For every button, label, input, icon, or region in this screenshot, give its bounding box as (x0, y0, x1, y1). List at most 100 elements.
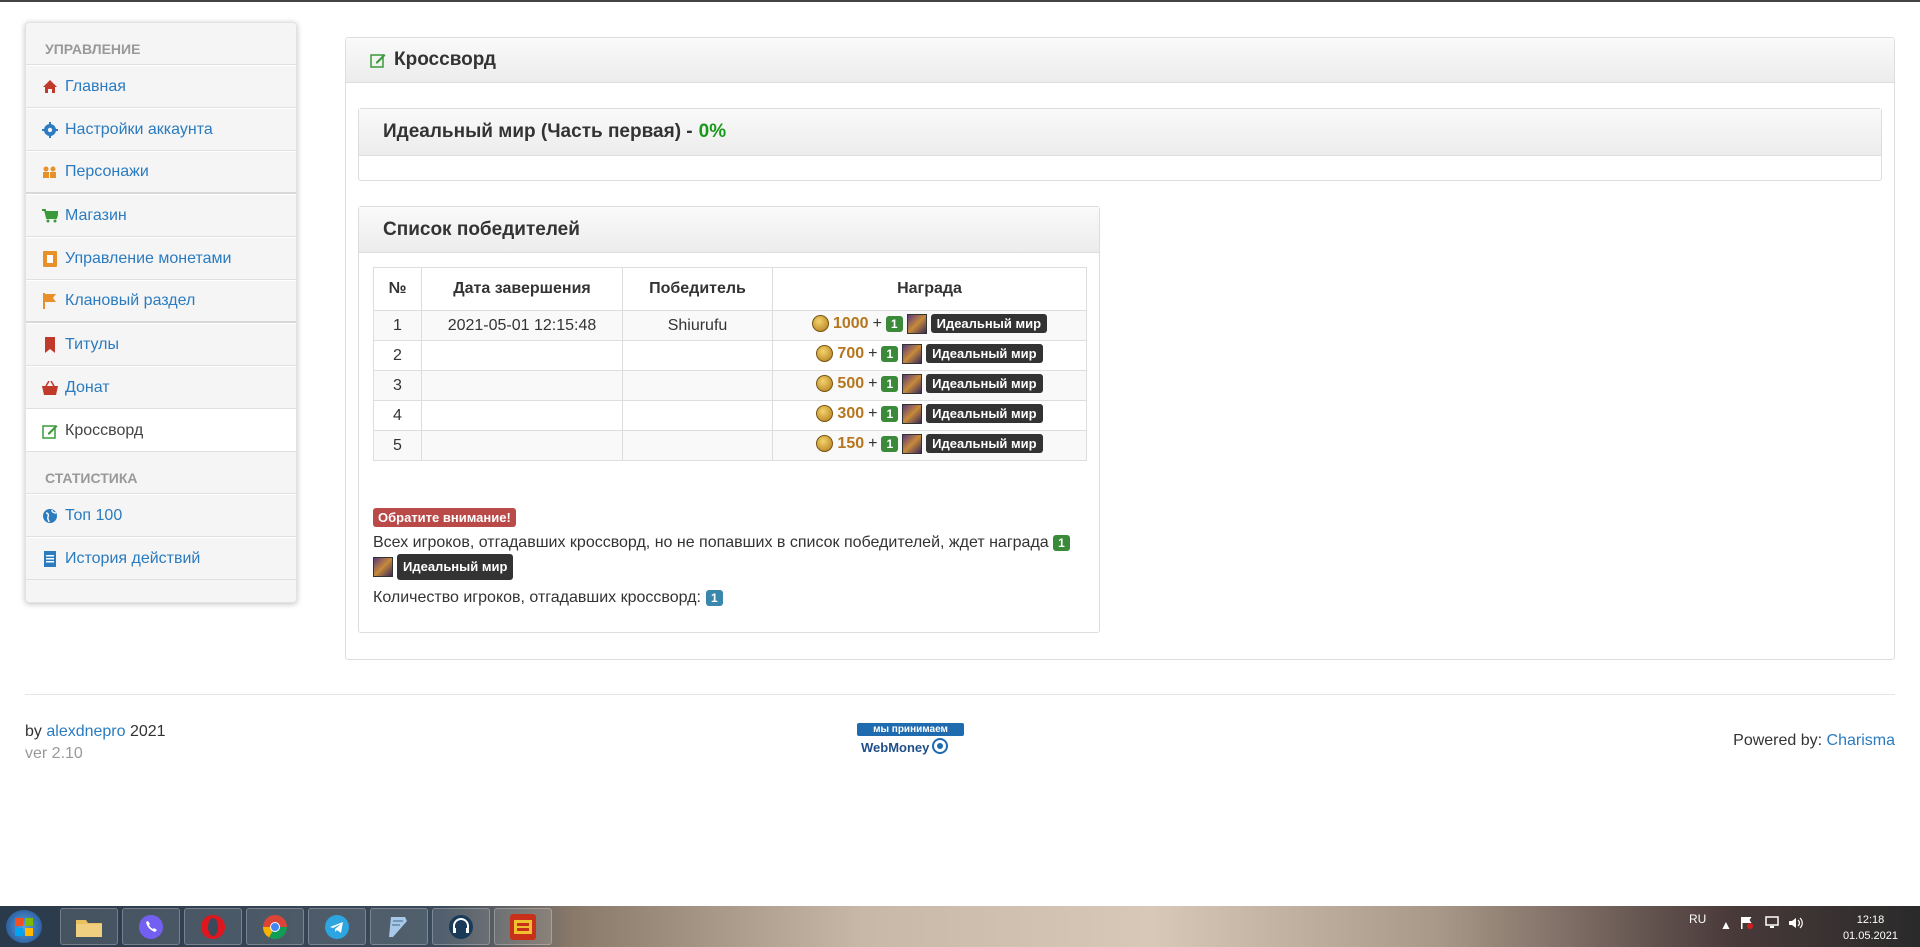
sidebar-item-shop[interactable]: Магазин (26, 194, 296, 237)
sidebar-item-clan[interactable]: Клановый раздел (26, 280, 296, 323)
taskbar-notepad[interactable] (370, 908, 428, 945)
sidebar-item-label: Персонажи (65, 163, 149, 180)
sidebar-item-crossword[interactable]: Кроссворд (26, 409, 296, 452)
gear-icon (42, 121, 58, 138)
col-number: № (373, 267, 422, 311)
row-reward: 500 + 1 Идеальный мир (772, 370, 1087, 401)
row-date (421, 370, 623, 401)
item-icon (902, 343, 923, 364)
row-winner (622, 430, 773, 461)
bookmark-icon (42, 336, 58, 353)
sidebar-item-label: Донат (65, 378, 110, 396)
sidebar-item-label: Магазин (65, 206, 127, 224)
sidebar-item-titles[interactable]: Титулы (26, 323, 296, 366)
item-icon (373, 557, 393, 577)
crossword-panel: Кроссворд Идеальный мир (Часть первая) -… (345, 37, 1895, 660)
nav-header-manage: Управление (26, 23, 296, 65)
taskbar-explorer[interactable] (60, 908, 118, 945)
home-icon (42, 79, 58, 95)
notice-block: Обратите внимание! Всех игроков, отгадав… (373, 507, 1093, 580)
tray-chevron-up-icon[interactable]: ▲ (1720, 918, 1732, 932)
plus-sign: + (868, 374, 878, 392)
solved-count-line: Количество игроков, отгадавших кроссворд… (373, 589, 723, 607)
table-row: 1 2021-05-01 12:15:48 Shiurufu 1000 + 1 … (373, 310, 1087, 341)
tray-flag-icon[interactable] (1740, 916, 1754, 933)
row-date (421, 430, 623, 461)
item-icon (902, 433, 923, 454)
sidebar-item-account-settings[interactable]: Настройки аккаунта (26, 108, 296, 151)
taskbar-chrome[interactable] (246, 908, 304, 945)
sidebar-item-history[interactable]: История действий (26, 537, 296, 580)
opera-icon (201, 914, 225, 939)
row-winner (622, 400, 773, 431)
charisma-link[interactable]: Charisma (1827, 732, 1895, 749)
clock-time: 12:18 (1856, 914, 1885, 926)
solved-count-badge: 1 (705, 590, 723, 606)
panel-header: Кроссворд (346, 38, 1894, 83)
cart-icon (42, 208, 58, 224)
row-number: 2 (373, 340, 422, 371)
row-winner (622, 340, 773, 371)
table-row: 2 700 + 1 Идеальный мир (373, 340, 1087, 371)
sidebar-item-home[interactable]: Главная (26, 65, 296, 108)
webmoney-logo[interactable]: мы принимаем WebMoney (857, 723, 964, 758)
table-row: 4 300 + 1 Идеальный мир (373, 400, 1087, 431)
reward-coins: 150 (837, 434, 865, 452)
users-icon (42, 164, 58, 180)
row-number: 3 (373, 370, 422, 401)
crossword-progress: 0% (698, 121, 727, 142)
item-name-badge: Идеальный мир (926, 374, 1043, 394)
item-count-badge: 1 (881, 435, 899, 452)
tray-network-icon[interactable] (1764, 916, 1780, 933)
footer-year: 2021 (129, 723, 166, 740)
globe-icon (42, 508, 58, 524)
tray-clock[interactable]: 12:18 01.05.2021 (1843, 912, 1898, 944)
coin-icon (816, 405, 834, 423)
flag-icon (42, 293, 58, 309)
reward-coins: 300 (837, 404, 865, 422)
row-date: 2021-05-01 12:15:48 (421, 310, 623, 341)
plus-sign: + (868, 404, 878, 422)
item-icon (906, 313, 927, 334)
plus-sign: + (868, 434, 878, 452)
row-number: 4 (373, 400, 422, 431)
taskbar-game[interactable] (494, 908, 552, 945)
author-link[interactable]: alexdnepro (46, 723, 125, 740)
language-indicator[interactable]: RU (1689, 912, 1706, 926)
sidebar-item-coins[interactable]: Управление монетами (26, 237, 296, 280)
solved-label: Количество игроков, отгадавших кроссворд… (373, 589, 701, 606)
taskbar-telegram[interactable] (308, 908, 366, 945)
tray-volume-icon[interactable] (1788, 916, 1804, 933)
sidebar-item-label: Кроссворд (65, 421, 144, 439)
sidebar-item-top100[interactable]: Топ 100 (26, 494, 296, 537)
coin-icon (816, 435, 834, 453)
explorer-icon (76, 919, 102, 937)
row-date (421, 340, 623, 371)
taskbar-viber[interactable] (122, 908, 180, 945)
sidebar-item-label: Титулы (65, 335, 119, 353)
webmoney-caption: мы принимаем (857, 723, 964, 736)
row-reward: 700 + 1 Идеальный мир (772, 340, 1087, 371)
sidebar-item-label: Управление монетами (65, 249, 232, 267)
row-reward: 300 + 1 Идеальный мир (772, 400, 1087, 431)
taskbar-opera[interactable] (184, 908, 242, 945)
nav-header-stats: Статистика (26, 452, 296, 494)
col-reward: Награда (772, 267, 1087, 311)
sidebar-item-donate[interactable]: Донат (26, 366, 296, 409)
edit-icon (42, 423, 58, 439)
row-reward: 150 + 1 Идеальный мир (772, 430, 1087, 461)
reward-coins: 500 (837, 374, 865, 392)
powered-by: Powered by: Charisma (1733, 732, 1895, 750)
sidebar-item-characters[interactable]: Персонажи (26, 151, 296, 194)
row-winner: Shiurufu (622, 310, 773, 341)
clock-date: 01.05.2021 (1842, 930, 1898, 942)
webmoney-brand: WebMoney (861, 740, 930, 755)
start-button[interactable] (6, 910, 42, 943)
sidebar-item-label: Главная (65, 77, 126, 95)
powered-label: Powered by: (1733, 732, 1823, 749)
windows-icon (15, 917, 33, 936)
basket-icon (42, 380, 58, 396)
item-count-badge: 1 (881, 375, 899, 392)
footer-credits: by alexdnepro 2021 ver 2.10 (25, 721, 166, 765)
taskbar-support[interactable] (432, 908, 490, 945)
